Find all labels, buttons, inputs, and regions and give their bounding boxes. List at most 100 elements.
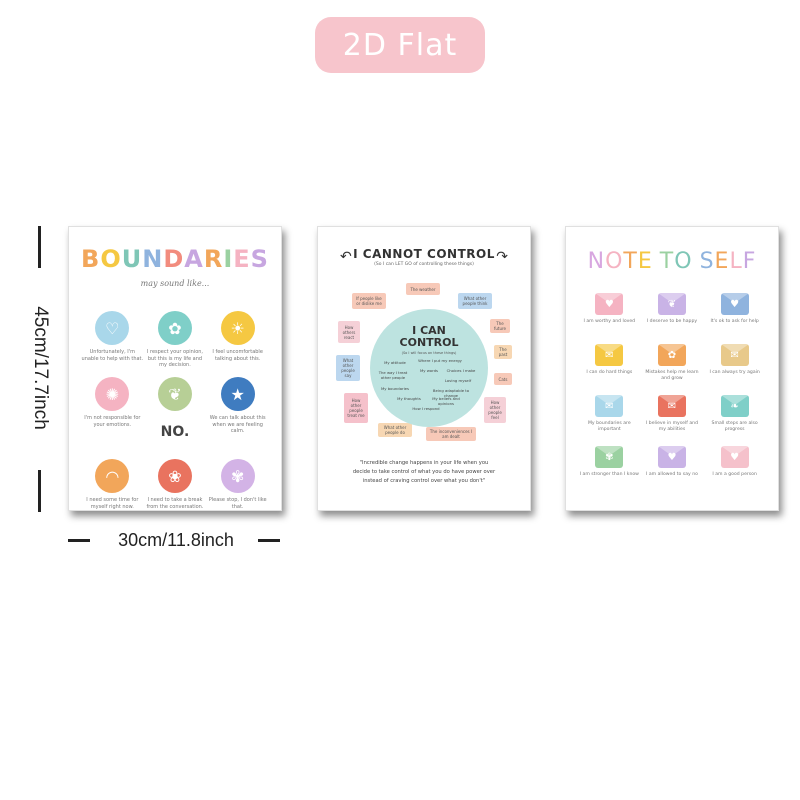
affirmation-text: I am a good person xyxy=(712,472,757,477)
width-line-left xyxy=(68,539,90,542)
cannot-control-tag: The weather xyxy=(406,283,440,295)
boundary-phrase: Unfortunately, I'm unable to help with t… xyxy=(81,349,144,362)
height-line-bottom xyxy=(38,470,41,512)
note-item: ♥ It's ok to ask for help xyxy=(703,293,766,339)
note-item: ♥ I am a good person xyxy=(703,446,766,492)
cannot-control-tag: How others react xyxy=(338,321,360,343)
boundaries-subtitle: may sound like... xyxy=(140,279,210,288)
boundary-item: ☀ I feel uncomfortable talking about this… xyxy=(206,311,269,369)
affirmation-text: I am stronger than I know xyxy=(579,472,639,477)
affirmation-text: I believe in myself and my abilities xyxy=(645,421,698,432)
burst-icon: ✺ xyxy=(95,377,130,411)
cannot-control-tag: Cats xyxy=(494,373,512,385)
affirmation-text: My boundaries are important xyxy=(587,421,631,432)
can-control-title: I CAN CONTROL xyxy=(370,325,488,349)
control-poster: ↶ I CANNOT CONTROL ↷ (So I can LET GO of… xyxy=(317,226,531,511)
cannot-control-tag: The inconveniences I am dealt xyxy=(426,427,476,441)
boundaries-title-letter: R xyxy=(203,245,224,273)
cannot-control-tag: The future xyxy=(490,319,510,333)
width-dimension-line: 30cm/11.8inch xyxy=(68,530,280,550)
note-title-letter: O xyxy=(605,249,624,274)
boundaries-title-letter: E xyxy=(233,245,251,273)
note-grid: ♥ I am worthy and loved ❦ I deserve to be h… xyxy=(578,293,766,492)
boundary-phrase: I need to take a break from the conversa… xyxy=(146,497,204,510)
can-control-item: Where I put my energy xyxy=(418,358,462,363)
boundary-item: ✿ I respect your opinion, but this is my … xyxy=(144,311,207,369)
affirmation-text: I can always try again xyxy=(709,370,760,375)
style-badge: 2D Flat xyxy=(315,17,485,73)
boundaries-title-letter: U xyxy=(121,245,143,273)
boundary-item: ✾ Please stop, I don't like that. xyxy=(206,459,269,510)
note-item: ❧ Small steps are also progress xyxy=(703,395,766,441)
boundary-phrase: I need some time for myself right now. xyxy=(86,497,139,510)
note-item: ❦ I deserve to be happy xyxy=(641,293,704,339)
envelope-heart-icon: ♥ xyxy=(595,293,624,315)
note-title-letter: S xyxy=(699,249,715,274)
note-item: ✉ I can always try again xyxy=(703,344,766,390)
envelope-bouquet-icon: ✾ xyxy=(595,446,624,468)
envelope-flower-icon: ✿ xyxy=(657,344,686,366)
boundaries-title-letter: N xyxy=(142,245,164,273)
heart-icon: ♡ xyxy=(95,311,130,345)
can-control-item: My thoughts xyxy=(397,396,421,401)
butterfly-icon: ❀ xyxy=(157,459,192,493)
height-line-top xyxy=(38,226,41,268)
envelope-symbol: ✉ xyxy=(667,400,677,412)
boundary-item: ★ We can talk about this when we are feel… xyxy=(206,377,269,451)
affirmation-text: I am worthy and loved xyxy=(583,319,636,324)
affirmation-text: I am allowed to say no xyxy=(646,472,698,477)
width-label: 30cm/11.8inch xyxy=(118,530,234,550)
envelope-sky-icon: ✉ xyxy=(595,395,624,417)
note-title-letter: L xyxy=(729,249,743,274)
leaf-icon: ❦ xyxy=(157,377,192,411)
boundaries-title-letter: O xyxy=(100,245,122,273)
can-control-item: The way I treat other people xyxy=(378,370,408,380)
boundaries-title-letter: A xyxy=(184,245,204,273)
envelope-symbol: ✉ xyxy=(730,349,739,361)
can-control-item: How I respond xyxy=(412,406,440,411)
note-item: ✉ My boundaries are important xyxy=(578,395,641,441)
boundaries-title-letter: D xyxy=(163,245,185,273)
cannot-control-tag: What other people do xyxy=(378,423,412,437)
note-item: ✿ Mistakes help me learn and grow xyxy=(641,344,704,390)
can-control-circle: I CAN CONTROL (So I will focus on these … xyxy=(370,309,488,427)
envelope-symbol: ♥ xyxy=(730,298,740,310)
note-item: ♥ I am allowed to say no xyxy=(641,446,704,492)
note-title-letter: O xyxy=(674,249,693,274)
note-title-letter: T xyxy=(659,249,675,274)
note-title-letter: N xyxy=(587,249,606,274)
envelope-yellow-icon: ✉ xyxy=(595,344,624,366)
boundaries-title-letter: I xyxy=(223,245,234,273)
boundary-item: ✺ I'm not responsible for your emotions. xyxy=(81,377,144,451)
boundaries-title-letter: B xyxy=(81,245,101,273)
affirmation-text: It's ok to ask for help xyxy=(710,319,759,324)
envelope-lilac-icon: ♥ xyxy=(657,446,686,468)
boundaries-grid: ♡ Unfortunately, I'm unable to help with … xyxy=(81,311,269,510)
boundary-item: ♡ Unfortunately, I'm unable to help with … xyxy=(81,311,144,369)
boundaries-title: BOUNDARIES xyxy=(69,245,281,273)
can-control-item: Choices I make xyxy=(446,368,476,373)
note-title-letter: F xyxy=(742,249,757,274)
blossom-icon: ✾ xyxy=(220,459,255,493)
cannot-control-tag: What other people think xyxy=(458,293,492,309)
width-line-right xyxy=(258,539,280,542)
note-item: ✉ I believe in myself and my abilities xyxy=(641,395,704,441)
envelope-leaf-icon: ❦ xyxy=(657,293,686,315)
boundary-item: ❦ NO. xyxy=(144,377,207,451)
boundary-phrase: I feel uncomfortable talking about this. xyxy=(212,349,263,362)
note-item: ♥ I am worthy and loved xyxy=(578,293,641,339)
cannot-control-tag: If people like or dislike me xyxy=(352,293,386,309)
affirmation-text: Mistakes help me learn and grow xyxy=(645,370,699,381)
height-label: 45cm/17.7inch xyxy=(30,306,51,430)
cannot-control-tag: How other people treat me xyxy=(344,393,368,423)
boundaries-poster: BOUNDARIES may sound like... ♡ Unfortunat… xyxy=(68,226,282,511)
cannot-control-tag: What other people say xyxy=(336,355,360,381)
envelope-symbol: ♥ xyxy=(730,451,740,463)
boundary-no-text: NO. xyxy=(160,424,190,440)
envelope-red-icon: ✉ xyxy=(657,395,686,417)
boundary-item: ❀ I need to take a break from the convers… xyxy=(144,459,207,510)
can-control-item: Loving myself xyxy=(444,378,472,383)
can-control-subtitle: (So I will focus on these things) xyxy=(401,351,457,355)
can-control-item: My beliefs and opinions xyxy=(432,396,460,406)
affirmation-text: Small steps are also progress xyxy=(711,421,758,432)
